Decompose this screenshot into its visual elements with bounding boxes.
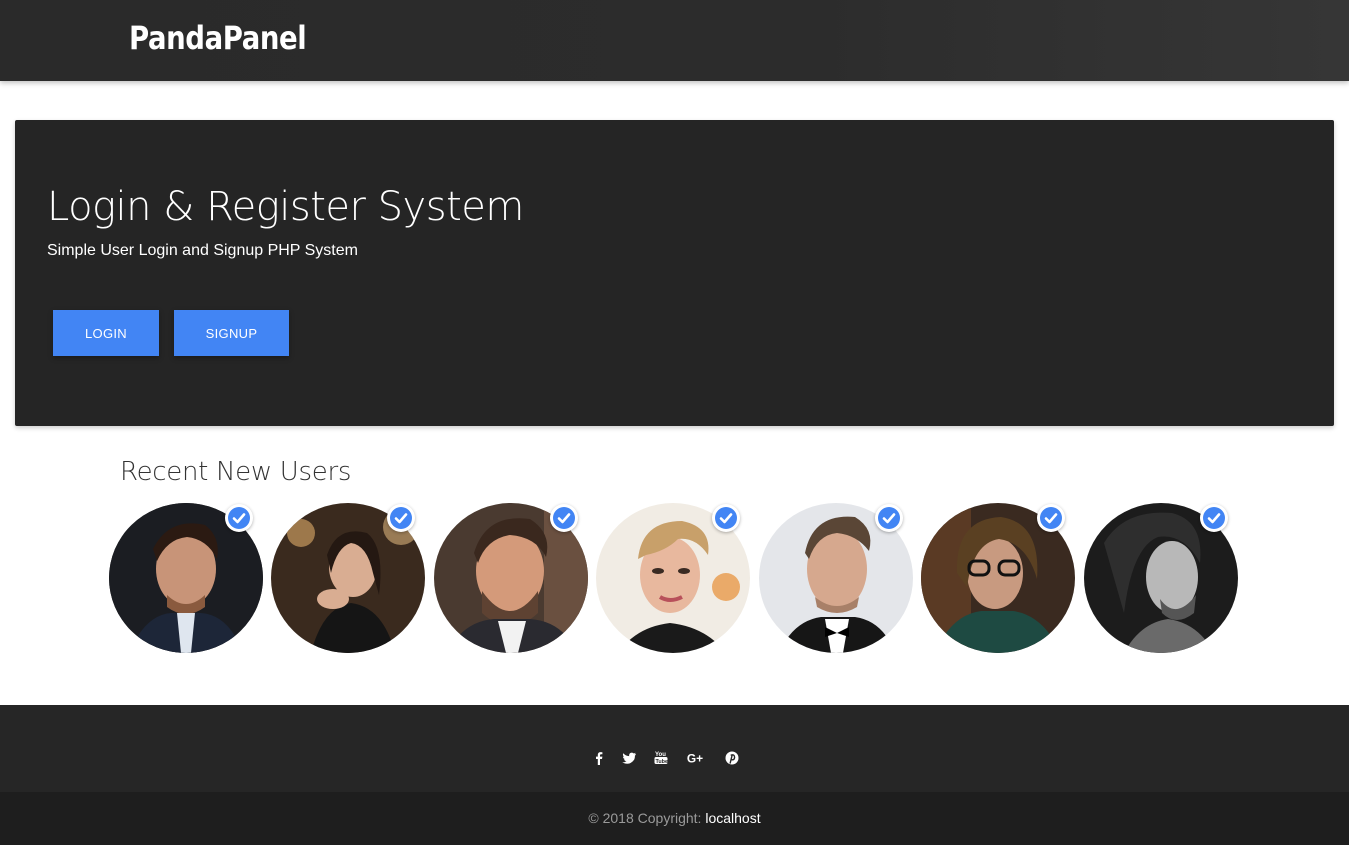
copyright-text: © 2018 Copyright: xyxy=(588,810,706,826)
svg-text:Tube: Tube xyxy=(656,759,668,765)
recent-users-title: Recent New Users xyxy=(120,457,352,487)
user-card[interactable] xyxy=(596,503,750,653)
brand-logo[interactable]: PandaPanel xyxy=(129,19,307,57)
facebook-icon[interactable] xyxy=(589,749,609,767)
verified-badge-icon xyxy=(550,504,578,532)
hero-subtitle: Simple User Login and Signup PHP System xyxy=(47,242,358,259)
footer: You Tube G+ xyxy=(0,705,1349,792)
user-card[interactable] xyxy=(271,503,425,653)
verified-badge-icon xyxy=(712,504,740,532)
user-card[interactable] xyxy=(921,503,1075,653)
copyright-bar: © 2018 Copyright: localhost xyxy=(0,792,1349,845)
svg-text:G+: G+ xyxy=(687,752,703,766)
verified-badge-icon xyxy=(875,504,903,532)
user-card[interactable] xyxy=(434,503,588,653)
recent-users-list xyxy=(109,503,1249,655)
copyright-link[interactable]: localhost xyxy=(705,810,760,826)
hero-title: Login & Register System xyxy=(47,184,524,230)
user-card[interactable] xyxy=(759,503,913,653)
pinterest-icon[interactable] xyxy=(722,749,742,767)
verified-badge-icon xyxy=(225,504,253,532)
user-card[interactable] xyxy=(1084,503,1238,653)
verified-badge-icon xyxy=(1200,504,1228,532)
social-links: You Tube G+ xyxy=(0,705,1349,792)
signup-button[interactable]: SIGNUP xyxy=(174,310,289,356)
verified-badge-icon xyxy=(1037,504,1065,532)
user-card[interactable] xyxy=(109,503,263,653)
verified-badge-icon xyxy=(387,504,415,532)
navbar: PandaPanel xyxy=(0,0,1349,81)
login-button[interactable]: LOGIN xyxy=(53,310,159,356)
google-plus-icon[interactable]: G+ xyxy=(686,749,706,767)
hero-jumbotron: Login & Register System Simple User Logi… xyxy=(15,120,1334,426)
twitter-icon[interactable] xyxy=(619,749,639,767)
youtube-icon[interactable]: You Tube xyxy=(651,749,671,767)
